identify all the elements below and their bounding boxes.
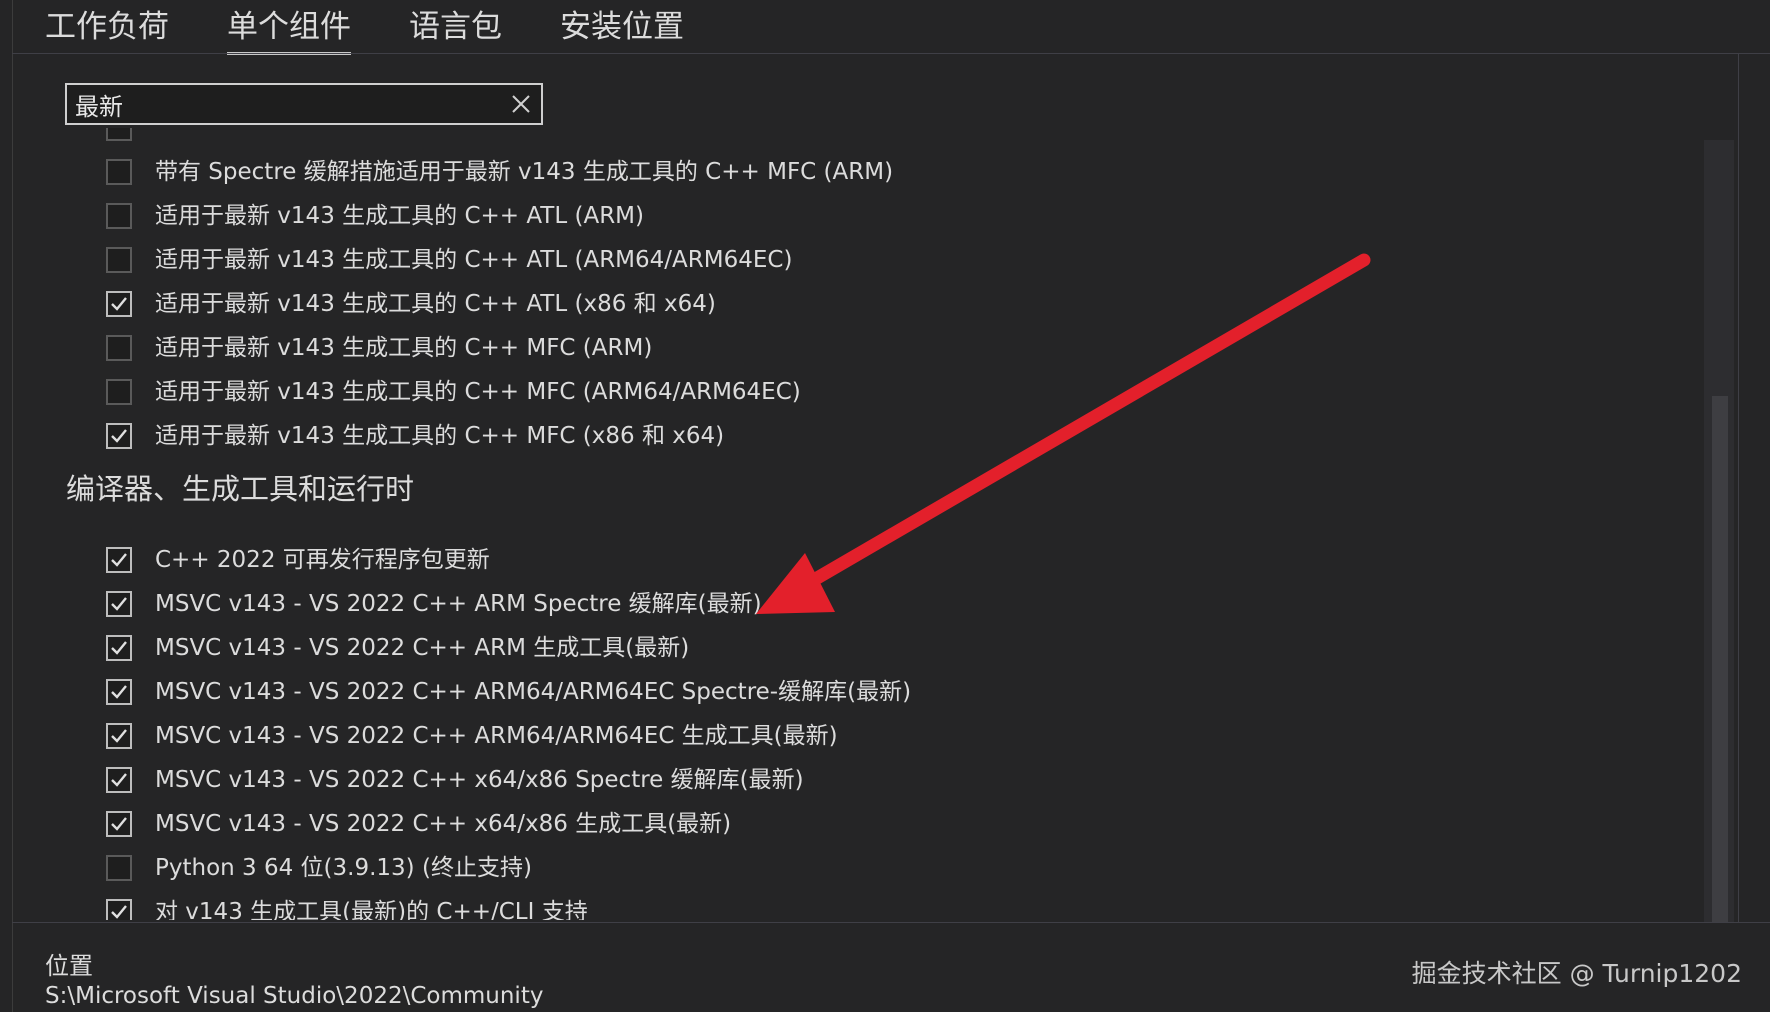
tab-language-packs[interactable]: 语言包 xyxy=(409,0,502,54)
component-checkbox[interactable] xyxy=(106,767,132,793)
checkmark-icon xyxy=(111,297,127,311)
tab-workloads[interactable]: 工作负荷 xyxy=(45,0,169,54)
checkmark-icon xyxy=(111,429,127,443)
component-checkbox[interactable] xyxy=(106,591,132,617)
tab-install-location[interactable]: 安装位置 xyxy=(560,0,684,54)
component-label: MSVC v143 - VS 2022 C++ ARM 生成工具(最新) xyxy=(155,635,690,661)
component-list: 带有 Spectre 缓解措施适用于最新 v143 生成工具的 C++ MFC … xyxy=(60,128,1700,920)
component-item[interactable]: MSVC v143 - VS 2022 C++ x64/x86 Spectre … xyxy=(60,758,1700,802)
component-checkbox[interactable] xyxy=(106,128,132,141)
tab-individual-components[interactable]: 单个组件 xyxy=(227,0,351,55)
watermark: 掘金技术社区 @ Turnip1202 xyxy=(1411,959,1742,988)
close-icon xyxy=(512,95,530,113)
checkmark-icon xyxy=(111,685,127,699)
component-item[interactable]: 适用于最新 v143 生成工具的 C++ MFC (ARM) xyxy=(60,326,1700,370)
component-label: MSVC v143 - VS 2022 C++ ARM64/ARM64EC 生成… xyxy=(155,723,838,749)
tab-bar: 工作负荷 单个组件 语言包 安装位置 xyxy=(45,0,742,55)
component-item[interactable]: MSVC v143 - VS 2022 C++ ARM64/ARM64EC Sp… xyxy=(60,670,1700,714)
component-item[interactable]: 适用于最新 v143 生成工具的 C++ MFC (ARM64/ARM64EC) xyxy=(60,370,1700,414)
component-label: 对 v143 生成工具(最新)的 C++/CLI 支持 xyxy=(155,899,588,920)
component-checkbox[interactable] xyxy=(106,547,132,573)
tab-divider xyxy=(12,53,1770,54)
component-label: Python 3 64 位(3.9.13) (终止支持) xyxy=(155,855,532,881)
component-checkbox[interactable] xyxy=(106,159,132,185)
component-label: MSVC v143 - VS 2022 C++ x64/x86 Spectre … xyxy=(155,767,804,793)
component-checkbox[interactable] xyxy=(106,379,132,405)
component-checkbox[interactable] xyxy=(106,723,132,749)
component-checkbox[interactable] xyxy=(106,811,132,837)
component-label: MSVC v143 - VS 2022 C++ x64/x86 生成工具(最新) xyxy=(155,811,732,837)
checkmark-icon xyxy=(111,773,127,787)
clear-search-button[interactable] xyxy=(509,92,533,116)
component-item[interactable]: 带有 Spectre 缓解措施适用于最新 v143 生成工具的 C++ MFC … xyxy=(60,150,1700,194)
component-checkbox[interactable] xyxy=(106,247,132,273)
checkmark-icon xyxy=(111,729,127,743)
component-label: 适用于最新 v143 生成工具的 C++ ATL (x86 和 x64) xyxy=(155,291,716,317)
checkmark-icon xyxy=(111,905,127,919)
component-item-partial[interactable] xyxy=(60,128,1700,150)
checkmark-icon xyxy=(111,817,127,831)
component-item[interactable]: MSVC v143 - VS 2022 C++ ARM64/ARM64EC 生成… xyxy=(60,714,1700,758)
search-input[interactable] xyxy=(75,87,495,121)
installer-window: 工作负荷 单个组件 语言包 安装位置 带有 Spectre 缓解措施适用于最新 … xyxy=(0,0,1770,1012)
component-checkbox[interactable] xyxy=(106,635,132,661)
component-label: 带有 Spectre 缓解措施适用于最新 v143 生成工具的 C++ MFC … xyxy=(155,159,894,185)
component-checkbox[interactable] xyxy=(106,855,132,881)
component-item[interactable]: C++ 2022 可再发行程序包更新 xyxy=(60,538,1700,582)
component-label: MSVC v143 - VS 2022 C++ ARM64/ARM64EC Sp… xyxy=(155,679,912,705)
component-checkbox[interactable] xyxy=(106,423,132,449)
search-box xyxy=(65,83,543,125)
component-label: 适用于最新 v143 生成工具的 C++ MFC (ARM) xyxy=(155,335,653,361)
component-item[interactable]: MSVC v143 - VS 2022 C++ ARM Spectre 缓解库(… xyxy=(60,582,1700,626)
component-label: C++ 2022 可再发行程序包更新 xyxy=(155,547,490,573)
section-heading-compilers: 编译器、生成工具和运行时 xyxy=(66,472,415,506)
component-checkbox[interactable] xyxy=(106,335,132,361)
left-border xyxy=(12,0,13,1012)
component-label: 适用于最新 v143 生成工具的 C++ ATL (ARM64/ARM64EC) xyxy=(155,247,793,273)
component-label: MSVC v143 - VS 2022 C++ ARM Spectre 缓解库(… xyxy=(155,591,762,617)
component-item[interactable]: 适用于最新 v143 生成工具的 C++ ATL (ARM64/ARM64EC) xyxy=(60,238,1700,282)
component-label: 适用于最新 v143 生成工具的 C++ ATL (ARM) xyxy=(155,203,644,229)
component-item[interactable]: Python 3 64 位(3.9.13) (终止支持) xyxy=(60,846,1700,890)
footer-divider xyxy=(12,922,1770,923)
component-list-content: 带有 Spectre 缓解措施适用于最新 v143 生成工具的 C++ MFC … xyxy=(60,128,1700,920)
component-label: 适用于最新 v143 生成工具的 C++ MFC (ARM64/ARM64EC) xyxy=(155,379,801,405)
component-checkbox[interactable] xyxy=(106,291,132,317)
checkmark-icon xyxy=(111,553,127,567)
component-label: 适用于最新 v143 生成工具的 C++ MFC (x86 和 x64) xyxy=(155,423,725,449)
component-item[interactable]: 适用于最新 v143 生成工具的 C++ MFC (x86 和 x64) xyxy=(60,414,1700,458)
checkmark-icon xyxy=(111,597,127,611)
component-item[interactable]: MSVC v143 - VS 2022 C++ ARM 生成工具(最新) xyxy=(60,626,1700,670)
location-path: S:\Microsoft Visual Studio\2022\Communit… xyxy=(45,983,544,1009)
component-checkbox[interactable] xyxy=(106,203,132,229)
scrollbar-thumb[interactable] xyxy=(1712,396,1728,922)
component-item[interactable]: 适用于最新 v143 生成工具的 C++ ATL (ARM) xyxy=(60,194,1700,238)
component-checkbox[interactable] xyxy=(106,899,132,920)
component-item[interactable]: MSVC v143 - VS 2022 C++ x64/x86 生成工具(最新) xyxy=(60,802,1700,846)
component-checkbox[interactable] xyxy=(106,679,132,705)
checkmark-icon xyxy=(111,641,127,655)
right-divider xyxy=(1738,54,1739,922)
component-item[interactable]: 适用于最新 v143 生成工具的 C++ ATL (x86 和 x64) xyxy=(60,282,1700,326)
component-item[interactable]: 对 v143 生成工具(最新)的 C++/CLI 支持 xyxy=(60,890,1700,920)
location-label: 位置 xyxy=(45,952,93,980)
